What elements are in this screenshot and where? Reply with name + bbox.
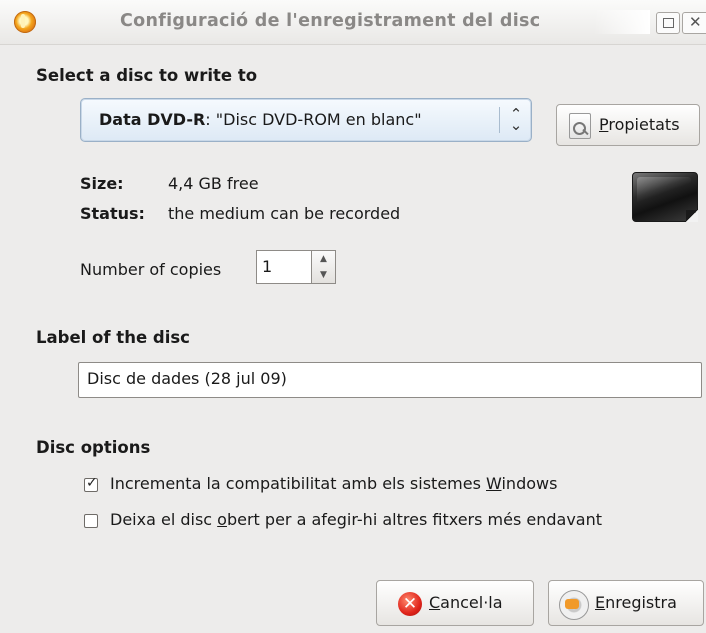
- copies-stepper[interactable]: ▲ ▼: [312, 250, 336, 284]
- select-disc-heading: Select a disc to write to: [36, 66, 258, 85]
- window-title: Configuració de l'enregistrament del dis…: [120, 11, 541, 31]
- windows-compat-checkbox[interactable]: ✓: [84, 475, 98, 492]
- close-icon: ✕: [689, 13, 702, 31]
- disc-label-value: Disc de dades (28 jul 09): [87, 369, 287, 388]
- title-bar: Configuració de l'enregistrament del dis…: [0, 0, 706, 45]
- status-value: the medium can be recorded: [168, 204, 401, 223]
- copies-input[interactable]: 1: [256, 250, 312, 284]
- burn-button[interactable]: Enregistra: [548, 580, 704, 626]
- size-value: 4,4 GB free: [168, 174, 259, 193]
- cancel-button[interactable]: ✕ Cancel·la: [376, 580, 534, 626]
- blank-dvd-icon: [632, 172, 698, 222]
- disc-select-combo[interactable]: Data DVD-R: "Disc DVD-ROM en blanc" ⌃ ⌄: [80, 98, 532, 142]
- copies-spinbox[interactable]: 1 ▲ ▼: [256, 250, 336, 284]
- leave-open-checkbox[interactable]: [84, 514, 98, 528]
- properties-icon: [569, 113, 591, 139]
- properties-button[interactable]: Propietats: [556, 104, 700, 146]
- combo-separator: [499, 107, 500, 133]
- properties-button-label: Propietats: [599, 115, 680, 134]
- stepper-up-icon[interactable]: ▲: [320, 254, 327, 264]
- cancel-icon: ✕: [398, 592, 422, 616]
- title-fade: [594, 10, 650, 34]
- disc-label-heading: Label of the disc: [36, 328, 190, 347]
- disc-select-value: Data DVD-R: "Disc DVD-ROM en blanc": [99, 110, 422, 129]
- windows-compat-label: Incrementa la compatibilitat amb els sis…: [110, 474, 558, 493]
- stepper-down-icon[interactable]: ▼: [320, 270, 327, 280]
- cancel-button-label: Cancel·la: [429, 593, 503, 612]
- status-label: Status:: [80, 204, 145, 223]
- burn-button-label: Enregistra: [595, 593, 677, 612]
- close-button[interactable]: ✕: [682, 12, 706, 34]
- copies-label: Number of copies: [80, 260, 222, 279]
- size-label: Size:: [80, 174, 124, 193]
- brasero-app-icon: [14, 11, 36, 33]
- check-mark-icon: ✓: [86, 475, 98, 491]
- leave-open-label: Deixa el disc obert per a afegir-hi altr…: [110, 510, 603, 529]
- combo-arrows-icon: ⌃ ⌄: [509, 105, 523, 134]
- disc-label-input[interactable]: Disc de dades (28 jul 09): [78, 362, 702, 398]
- maximize-button[interactable]: [656, 12, 680, 34]
- disc-options-heading: Disc options: [36, 438, 151, 457]
- burn-disc-icon: [559, 590, 589, 620]
